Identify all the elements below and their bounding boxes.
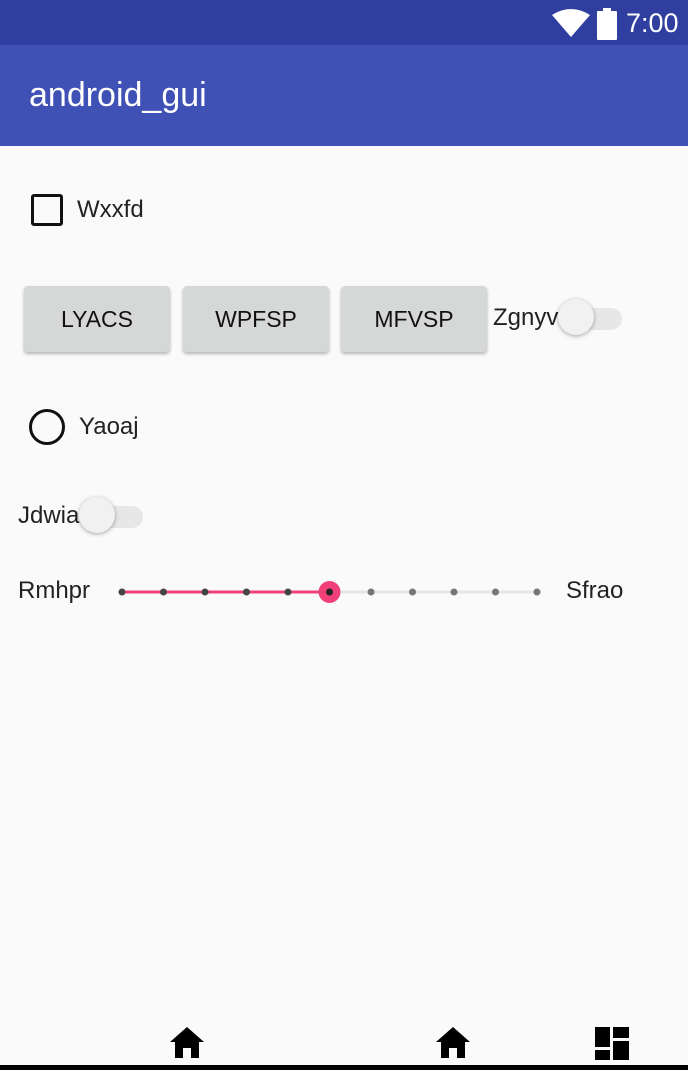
recents-icon[interactable]: [595, 1027, 629, 1060]
seekbar-tick: [367, 588, 375, 596]
radio-button[interactable]: [29, 409, 65, 445]
seekbar-tick: [118, 588, 126, 596]
lyacs-button[interactable]: LYACS: [24, 286, 170, 352]
home-icon[interactable]: [435, 1026, 471, 1059]
seekbar-min-label: Rmhpr: [18, 577, 91, 604]
status-bar: 7:00: [0, 0, 688, 45]
switch-zgnyv[interactable]: Zgnyv: [493, 298, 626, 338]
toggle-switch[interactable]: [558, 298, 626, 338]
checkbox-label: Wxxfd: [77, 196, 144, 223]
app-bar: android_gui: [0, 45, 688, 146]
seekbar-tick: [450, 588, 458, 596]
seekbar-tick: [533, 588, 541, 596]
nav-bar-edge: [0, 1065, 688, 1070]
discrete-seekbar[interactable]: [110, 572, 550, 612]
seekbar-tick: [243, 588, 250, 596]
switch-label: Jdwia: [18, 502, 80, 529]
wifi-icon: [552, 9, 590, 37]
app-title: android_gui: [29, 76, 207, 114]
seekbar-tick: [284, 588, 292, 596]
radio-yaoaj[interactable]: Yaoaj: [29, 408, 139, 446]
switch-label: Zgnyv: [493, 304, 559, 331]
seekbar-thumb-center: [326, 588, 333, 596]
seekbar-tick: [492, 588, 499, 596]
wpfsp-button[interactable]: WPFSP: [183, 286, 329, 352]
seekbar-max-label: Sfrao: [566, 577, 624, 604]
checkbox-box[interactable]: [31, 194, 63, 226]
home-icon[interactable]: [169, 1026, 205, 1059]
toggle-switch[interactable]: [79, 496, 147, 536]
seekbar-tick: [160, 588, 167, 596]
radio-label: Yaoaj: [79, 413, 139, 440]
seekbar-tick: [409, 588, 416, 596]
battery-icon: [597, 8, 617, 40]
checkbox-wxxfd[interactable]: Wxxfd: [31, 193, 144, 227]
seekbar-tick: [201, 588, 209, 596]
switch-jdwia[interactable]: Jdwia: [18, 496, 147, 536]
status-time: 7:00: [626, 8, 679, 38]
mfvsp-button[interactable]: MFVSP: [341, 286, 487, 352]
